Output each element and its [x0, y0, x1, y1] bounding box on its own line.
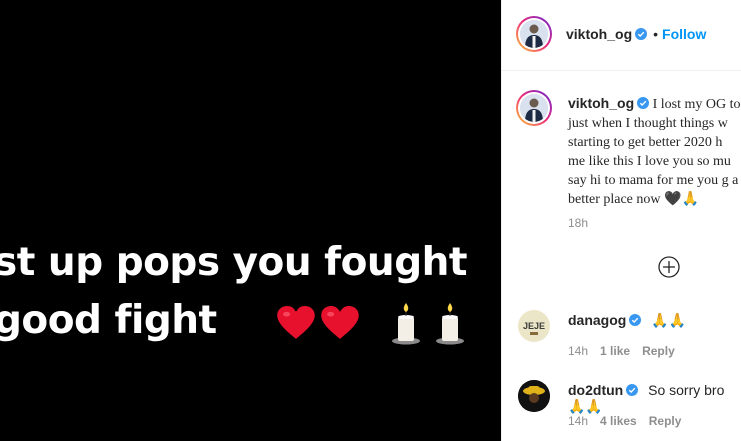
header-title-row: viktoh_og • Follow — [566, 26, 706, 44]
media-text-line-2-words: good fight — [0, 298, 217, 343]
person-icon — [520, 94, 548, 122]
media-text-line-2: good fight — [0, 298, 466, 345]
media-text-line-1: st up pops you fought — [0, 240, 468, 285]
comment-1: danagog 🙏🙏 — [568, 312, 686, 329]
comment-2-meta: 14h 4 likes Reply — [568, 414, 693, 428]
comment-likes[interactable]: 4 likes — [600, 414, 637, 428]
verified-badge-icon — [629, 314, 642, 326]
comment-timestamp[interactable]: 14h — [568, 414, 588, 428]
comment-timestamp[interactable]: 14h — [568, 344, 588, 358]
comment-avatar[interactable] — [518, 380, 550, 412]
person-with-hat-icon — [518, 380, 550, 412]
candle-icon — [391, 302, 420, 344]
caption-avatar[interactable] — [516, 90, 552, 126]
verified-badge-icon — [635, 28, 648, 40]
comment-username[interactable]: danagog — [568, 312, 626, 328]
header-username[interactable]: viktoh_og — [566, 26, 632, 42]
red-heart-icon — [321, 305, 359, 339]
red-heart-icon — [277, 305, 315, 339]
comment-avatar[interactable]: JEJE — [518, 310, 550, 342]
comment-2: do2dtun So sorry bro 🙏🙏 — [568, 382, 741, 415]
post-caption: viktoh_og I lost my OG to just when I th… — [568, 94, 741, 209]
comment-1-meta: 14h 1 like Reply — [568, 344, 687, 358]
comment-likes[interactable]: 1 like — [600, 344, 630, 358]
candle-icon — [435, 302, 464, 344]
reply-button[interactable]: Reply — [642, 344, 675, 358]
person-icon — [520, 20, 548, 48]
caption-username[interactable]: viktoh_og — [568, 95, 634, 111]
jeje-logo: JEJE — [518, 310, 550, 342]
post-media[interactable]: st up pops you fought good fight — [0, 0, 501, 441]
load-more-comments-icon[interactable] — [658, 256, 680, 278]
verified-badge-icon — [626, 384, 639, 396]
author-avatar[interactable] — [516, 16, 552, 52]
comment-username[interactable]: do2dtun — [568, 382, 623, 398]
follow-button[interactable]: Follow — [662, 26, 706, 42]
comment-text: 🙏🙏 — [651, 312, 687, 328]
follow-separator: • — [653, 26, 659, 42]
verified-badge-icon — [637, 97, 650, 109]
caption-text: I lost my OG to just when I thought thin… — [568, 97, 741, 207]
caption-timestamp[interactable]: 18h — [568, 216, 588, 230]
svg-text:JEJE: JEJE — [523, 321, 545, 331]
post-header: viktoh_og • Follow — [502, 0, 741, 71]
reply-button[interactable]: Reply — [649, 414, 682, 428]
post-side-panel: viktoh_og • Follow viktoh_og I lost my OG … — [501, 0, 741, 441]
